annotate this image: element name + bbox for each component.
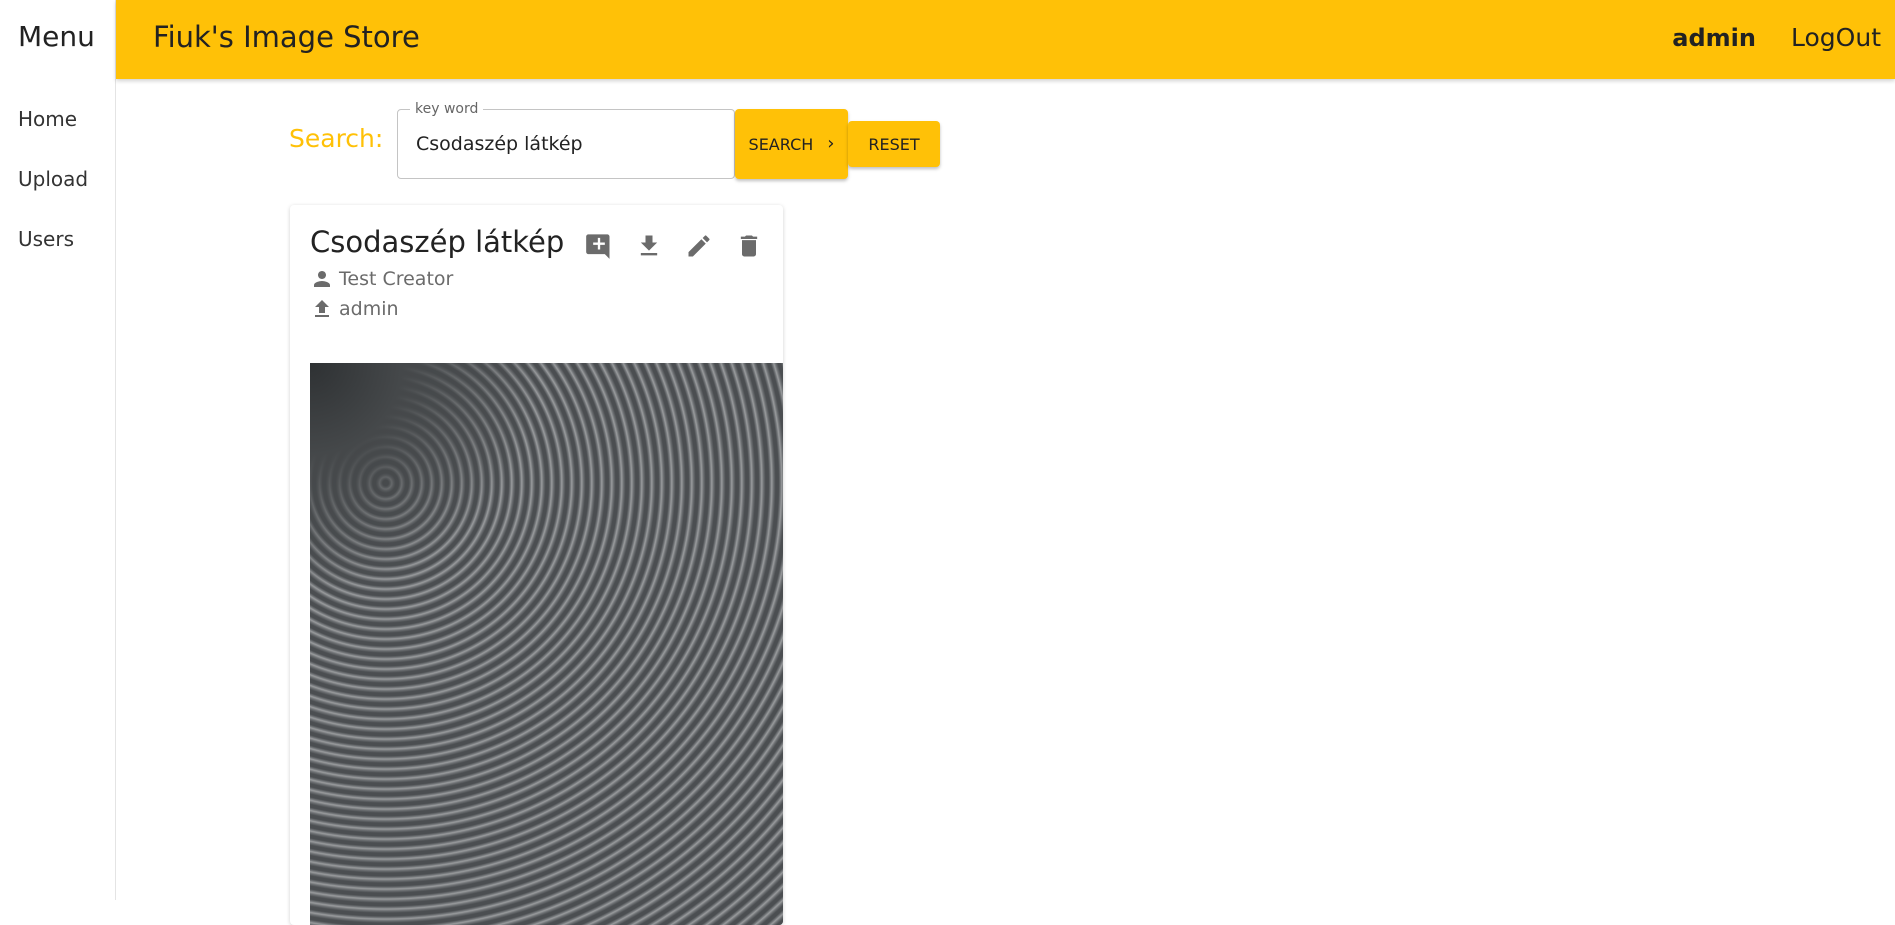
sidebar-title: Menu [18,20,95,53]
search-field-label: key word [410,101,484,117]
sidebar-item-upload[interactable]: Upload [18,167,88,191]
card-actions [582,229,766,263]
person-icon [314,271,330,287]
sidebar-item-users[interactable]: Users [18,227,74,251]
upload-icon [315,300,329,317]
reset-button[interactable]: RESET [848,121,940,167]
sidebar: Menu Home Upload Users [0,0,116,900]
image-card: Csodaszép látkép Test Creator admin [290,205,783,925]
edit-icon[interactable] [682,229,716,263]
creator-row: Test Creator [310,267,453,291]
reset-button-label: RESET [868,134,920,154]
uploader-name: admin [339,298,399,320]
creator-name: Test Creator [339,268,454,290]
top-bar: Fiuk's Image Store admin LogOut [116,0,1895,79]
search-button[interactable]: SEARCH › [735,109,848,179]
search-label: Search: [289,124,384,153]
delete-icon[interactable] [732,229,766,263]
image-title: Csodaszép látkép [310,225,565,259]
uploader-row: admin [310,297,399,321]
search-field[interactable]: key word [397,101,735,179]
logout-link[interactable]: LogOut [1791,23,1881,52]
app-title: Fiuk's Image Store [153,20,420,54]
sidebar-item-home[interactable]: Home [18,107,77,131]
search-button-label: SEARCH [748,134,814,154]
image-preview[interactable] [310,363,783,925]
chevron-right-icon: › [827,133,835,154]
download-icon[interactable] [632,229,666,263]
add-comment-icon[interactable] [582,229,616,263]
search-input[interactable] [414,128,714,160]
current-user: admin [1672,24,1756,52]
